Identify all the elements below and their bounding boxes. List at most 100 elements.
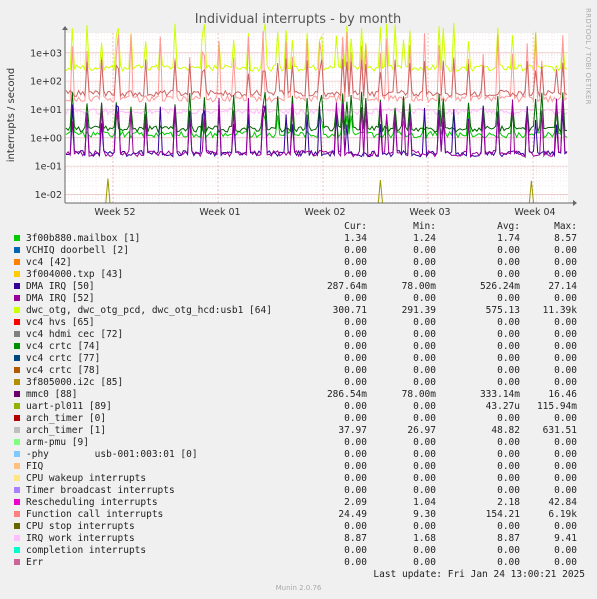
x-tick-label: Week 04 (514, 207, 555, 215)
chart-title: Individual interrupts - by month (195, 12, 401, 27)
legend-cur-value: 0.00 (344, 317, 367, 328)
legend-min-value: 78.00m (401, 281, 436, 292)
legend-row: Rescheduling interrupts 2.09 1.04 2.18 42.84 (12, 497, 587, 509)
interrupts-chart: Individual interrupts - by month interru… (6, 8, 592, 215)
legend-row: arch_timer [1] 37.97 26.97 48.82 631.51 (12, 425, 587, 437)
legend-max-value: 16.46 (548, 389, 577, 400)
legend-cur-value: 0.00 (344, 473, 367, 484)
legend-cur-value: 0.00 (344, 449, 367, 460)
legend-cur-value: 24.49 (338, 509, 367, 520)
legend-swatch (14, 535, 20, 541)
legend-max-value: 0.00 (554, 545, 577, 556)
legend-min-value: 0.00 (413, 377, 436, 388)
legend-series-name: dwc_otg, dwc_otg_pcd, dwc_otg_hcd:usb1 [… (26, 305, 272, 316)
legend-max-value: 42.84 (548, 497, 577, 508)
legend-row: dwc_otg, dwc_otg_pcd, dwc_otg_hcd:usb1 [… (12, 305, 587, 317)
x-tick-label: Week 52 (94, 207, 135, 215)
y-tick-label: 1e+01 (30, 105, 62, 116)
legend-min-value: 9.30 (413, 509, 436, 520)
legend-series-name: Rescheduling interrupts (26, 497, 158, 508)
legend-cur-value: 0.00 (344, 377, 367, 388)
y-tick-label: 1e+03 (30, 48, 62, 59)
legend-swatch (14, 511, 20, 517)
legend-series-name: IRQ work interrupts (26, 533, 135, 544)
legend-min-value: 0.00 (413, 437, 436, 448)
legend-swatch (14, 391, 20, 397)
legend-max-value: 115.94m (536, 401, 577, 412)
legend-max-value: 9.41 (554, 533, 577, 544)
legend-cur-value: 37.97 (338, 425, 367, 436)
legend-swatch (14, 475, 20, 481)
legend-cur-value: 0.00 (344, 461, 367, 472)
legend-row: vc4 hvs [65] 0.00 0.00 0.00 0.00 (12, 317, 587, 329)
legend-swatch (14, 235, 20, 241)
legend-series-name: CPU wakeup interrupts (26, 473, 147, 484)
legend-min-value: 0.00 (413, 269, 436, 280)
legend-cur-value: 8.87 (344, 533, 367, 544)
legend-row: 3f805000.i2c [85] 0.00 0.00 0.00 0.00 (12, 377, 587, 389)
legend-swatch (14, 307, 20, 313)
legend-swatch (14, 331, 20, 337)
legend-swatch (14, 259, 20, 265)
legend-min-value: 1.68 (413, 533, 436, 544)
legend-series-name: arm-pmu [9] (26, 437, 89, 448)
legend-swatch (14, 523, 20, 529)
legend-max-value: 0.00 (554, 257, 577, 268)
legend-cur-value: 0.00 (344, 485, 367, 496)
legend-swatch (14, 547, 20, 553)
legend-cur-value: 0.00 (344, 293, 367, 304)
legend-row: CPU stop interrupts 0.00 0.00 0.00 0.00 (12, 521, 587, 533)
legend-series-name: CPU stop interrupts (26, 521, 135, 532)
legend-max-value: 0.00 (554, 437, 577, 448)
legend-series-name: VCHIQ doorbell [2] (26, 245, 129, 256)
legend-max-value: 0.00 (554, 557, 577, 568)
legend-min-value: 0.00 (413, 365, 436, 376)
legend-max-value: 0.00 (554, 521, 577, 532)
legend: Cur: Min: Avg: Max: 3f00b880.mailbox [1]… (12, 221, 587, 569)
legend-row: FIQ 0.00 0.00 0.00 0.00 (12, 461, 587, 473)
legend-max-value: 0.00 (554, 377, 577, 388)
y-tick-label: 1e+02 (30, 77, 62, 88)
legend-max-value: 0.00 (554, 485, 577, 496)
legend-cur-value: 0.00 (344, 557, 367, 568)
legend-header: Cur: Min: Avg: Max: (12, 221, 587, 233)
legend-row: arch_timer [0] 0.00 0.00 0.00 0.00 (12, 413, 587, 425)
legend-min-value: 0.00 (413, 353, 436, 364)
legend-max-value: 0.00 (554, 413, 577, 424)
legend-max-value: 0.00 (554, 329, 577, 340)
legend-max-value: 0.00 (554, 269, 577, 280)
legend-series-name: vc4 hdmi cec [72] (26, 329, 124, 340)
legend-series-name: arch_timer [0] (26, 413, 107, 424)
legend-cur-value: 0.00 (344, 353, 367, 364)
legend-cur-value: 286.54m (326, 389, 367, 400)
legend-min-value: 0.00 (413, 485, 436, 496)
legend-swatch (14, 319, 20, 325)
legend-swatch (14, 403, 20, 409)
header-min: Min: (413, 221, 436, 232)
legend-swatch (14, 367, 20, 373)
legend-max-value: 0.00 (554, 341, 577, 352)
legend-row: uart-pl011 [89] 0.00 0.00 43.27u 115.94m (12, 401, 587, 413)
legend-cur-value: 0.00 (344, 257, 367, 268)
legend-swatch (14, 463, 20, 469)
legend-max-value: 0.00 (554, 293, 577, 304)
legend-series-name: DMA IRQ [52] (26, 293, 95, 304)
legend-min-value: 0.00 (413, 521, 436, 532)
legend-row: DMA IRQ [50] 287.64m 78.00m 526.24m 27.14 (12, 281, 587, 293)
legend-cur-value: 0.00 (344, 269, 367, 280)
legend-min-value: 0.00 (413, 557, 436, 568)
legend-swatch (14, 415, 20, 421)
legend-cur-value: 1.34 (344, 233, 367, 244)
legend-series-name: Function call interrupts (26, 509, 164, 520)
legend-series-name: uart-pl011 [89] (26, 401, 112, 412)
legend-row: mmc0 [88] 286.54m 78.00m 333.14m 16.46 (12, 389, 587, 401)
legend-swatch (14, 439, 20, 445)
legend-swatch (14, 355, 20, 361)
legend-min-value: 0.00 (413, 317, 436, 328)
legend-max-value: 0.00 (554, 461, 577, 472)
legend-cur-value: 0.00 (344, 341, 367, 352)
legend-cur-value: 0.00 (344, 413, 367, 424)
legend-series-name: completion interrupts (26, 545, 147, 556)
legend-cur-value: 0.00 (344, 329, 367, 340)
legend-swatch (14, 499, 20, 505)
